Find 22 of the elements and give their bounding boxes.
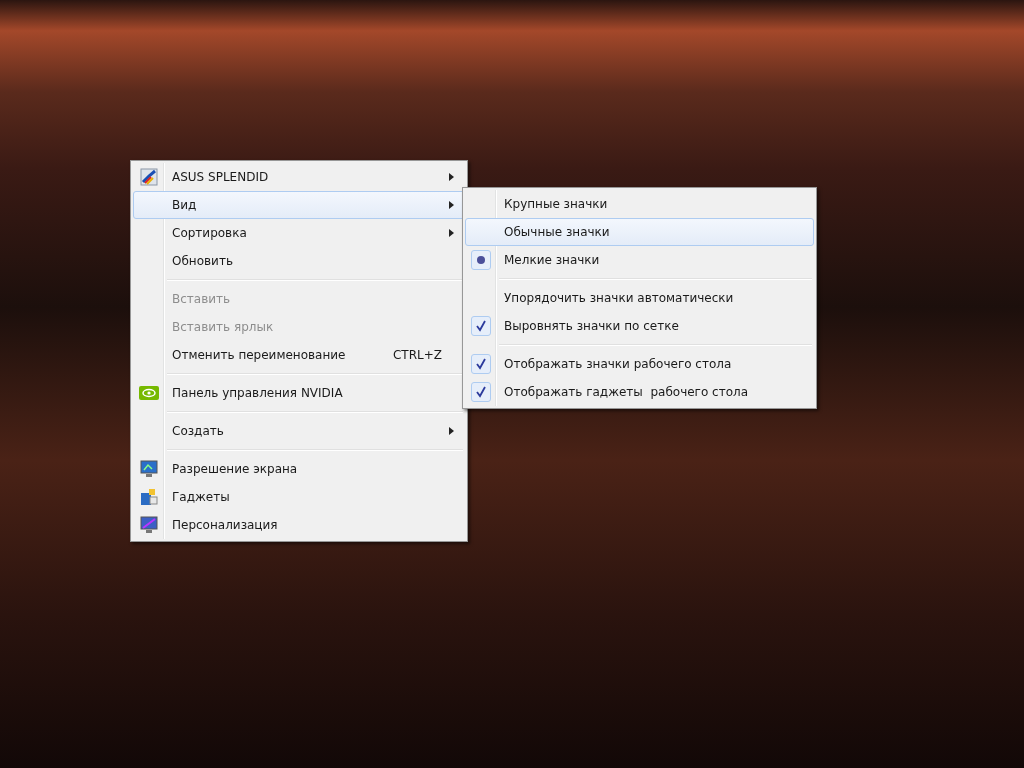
monitor-brush-icon (140, 516, 158, 534)
eye-logo-icon (139, 386, 159, 400)
menu-item[interactable]: Крупные значки (465, 190, 814, 218)
menu-item[interactable]: Вид (133, 191, 465, 219)
monitor-icon (140, 460, 158, 478)
menu-item[interactable]: Упорядочить значки автоматически (465, 284, 814, 312)
gadgets-icon (140, 488, 158, 506)
menu-item[interactable]: Обновить (133, 247, 465, 275)
menu-item[interactable]: ASUS SPLENDID (133, 163, 465, 191)
menu-item[interactable]: Разрешение экрана (133, 455, 465, 483)
menu-item[interactable]: Гаджеты (133, 483, 465, 511)
menu-item[interactable]: Выровнять значки по сетке (465, 312, 814, 340)
menu-item[interactable]: Мелкие значки (465, 246, 814, 274)
menu-item[interactable]: Отображать гаджеты рабочего стола (465, 378, 814, 406)
menu-item[interactable]: Создать (133, 417, 465, 445)
menu-item[interactable]: Сортировка (133, 219, 465, 247)
menu-item[interactable]: Отображать значки рабочего стола (465, 350, 814, 378)
menu-item[interactable]: Персонализация (133, 511, 465, 539)
menu-item[interactable]: Отменить переименование CTRL+Z (133, 341, 465, 369)
menu-item[interactable]: Панель управления NVIDIA (133, 379, 465, 407)
paint-brush-icon (140, 168, 158, 186)
menu-item[interactable]: Обычные значки (465, 218, 814, 246)
